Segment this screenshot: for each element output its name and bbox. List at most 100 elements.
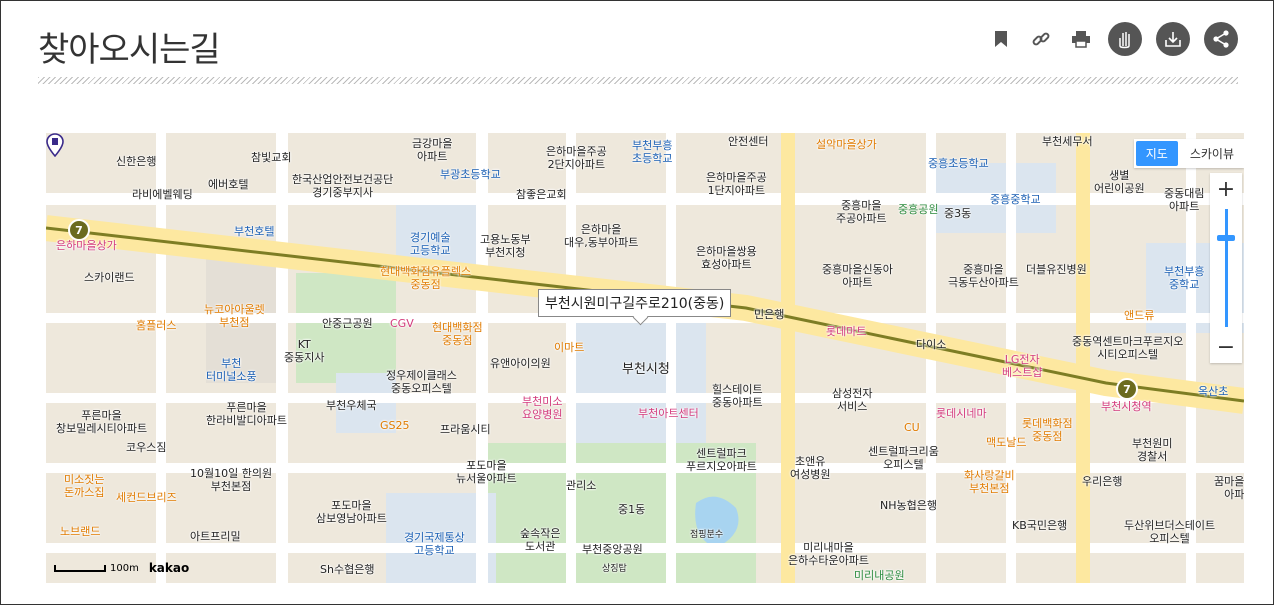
map-type-skyview-button[interactable]: 스카이뷰 [1180, 139, 1244, 168]
map-label[interactable]: 중흥마을 주공아파트 [836, 199, 887, 225]
map-label[interactable]: 푸른마을 한라비발디아파트 [206, 401, 287, 427]
map-label[interactable]: 두산위브더스테이트 오피스텔 [1124, 519, 1215, 545]
map-label[interactable]: 이마트 [554, 341, 584, 354]
map-label[interactable]: 부천원미 경찰서 [1132, 437, 1172, 463]
map-label[interactable]: 부천부흥 중학교 [1164, 265, 1204, 291]
download-icon[interactable] [1156, 22, 1190, 56]
map-label[interactable]: 부천아트센터 [638, 407, 699, 420]
map-label[interactable]: 미리내공원 [854, 569, 905, 582]
map-label[interactable]: CU [904, 421, 920, 434]
map-label[interactable]: Sh수협은행 [320, 563, 374, 576]
map-label[interactable]: CGV [390, 317, 414, 330]
map-label[interactable]: KT 중동지사 [284, 338, 324, 364]
map-label[interactable]: KB국민은행 [1012, 519, 1067, 532]
map-label[interactable]: 중흥마을신동아 아파트 [822, 263, 893, 289]
map-label[interactable]: 롯데마트 [826, 325, 866, 338]
map-label[interactable]: 우리은행 [1082, 475, 1122, 488]
map-label[interactable]: 부천중앙공원 [582, 543, 643, 556]
map-label[interactable]: 더블유진병원 [1026, 263, 1087, 276]
map-label[interactable]: 은하마을주공 1단지아파트 [706, 171, 767, 197]
map-label[interactable]: 푸른마을 창보밀레시티아파트 [56, 409, 147, 435]
map-label[interactable]: 중3동 [944, 207, 971, 220]
map-label[interactable]: 옥산초 [1198, 385, 1228, 398]
map-label[interactable]: 다이소 [916, 338, 946, 351]
zoom-out-button[interactable]: − [1210, 331, 1242, 363]
map-label[interactable]: 부천호텔 [234, 225, 274, 238]
map-label[interactable]: 신한은행 [116, 155, 156, 168]
map-type-map-button[interactable]: 지도 [1135, 141, 1178, 166]
map-label[interactable]: 경기국제통상 고등학교 [404, 531, 465, 557]
map-label[interactable]: 센트럴파크리움 오피스텔 [868, 445, 939, 471]
subway-marker[interactable]: 7 [1116, 378, 1138, 400]
map-label[interactable]: 부천시청 [622, 363, 670, 376]
subway-marker[interactable]: 7 [68, 219, 90, 241]
map-view[interactable]: 7 7 은하마을상가 부천시청역 신한은행 참빛교회 에버호텔 한국산업안전보건… [46, 133, 1244, 583]
map-label[interactable]: 뉴코아아울렛 부천점 [204, 303, 265, 329]
map-label[interactable]: 중동역센트마크푸르지오 시티오피스텔 [1072, 335, 1183, 361]
hand-icon[interactable] [1108, 22, 1142, 56]
map-label[interactable]: 숲속작은 도서관 [520, 527, 560, 553]
map-label[interactable]: 현대백화점유플렉스 중동점 [380, 265, 471, 291]
print-icon[interactable] [1068, 22, 1094, 56]
map-label[interactable]: 센트럴파크 푸르지오아파트 [686, 447, 757, 473]
bookmark-icon[interactable] [988, 22, 1014, 56]
share-icon[interactable] [1204, 22, 1238, 56]
map-label[interactable]: 코우스짐 [126, 441, 166, 454]
map-label[interactable]: 안전센터 [728, 135, 768, 148]
map-label[interactable]: 부천시청역 [1101, 400, 1152, 413]
map-label[interactable]: 생별 어린이공원 [1094, 169, 1145, 195]
map-label[interactable]: 맥도날드 [986, 436, 1026, 449]
map-label[interactable]: 중흥초등학교 [928, 157, 989, 170]
map-label[interactable]: 상징탑 [602, 563, 627, 576]
map-label[interactable]: 점핑분수 [690, 529, 723, 542]
map-label[interactable]: 포도마을 뉴서울아파트 [456, 459, 517, 485]
map-label[interactable]: 은하마을주공 2단지아파트 [546, 145, 607, 171]
map-label[interactable]: 부광초등학교 [440, 168, 501, 181]
zoom-slider-handle[interactable] [1217, 235, 1235, 241]
map-label[interactable]: 은하마을쌍용 효성아파트 [696, 245, 757, 271]
map-label[interactable]: 꿈마을동아 아파트 [1214, 475, 1244, 501]
map-label[interactable]: 현대백화점 중동점 [432, 321, 483, 347]
location-pin-icon[interactable] [46, 133, 64, 157]
map-label[interactable]: 중흥공원 [898, 203, 938, 216]
kakao-logo[interactable]: kakao [149, 561, 189, 575]
map-label[interactable]: 아트프리밀 [190, 530, 241, 543]
map-label[interactable]: 정우제이클래스 중동오피스텔 [386, 369, 457, 395]
map-label[interactable]: 라비에벨웨딩 [132, 188, 193, 201]
map-label[interactable]: 참좋은교회 [516, 188, 567, 201]
map-label[interactable]: 민은행 [754, 308, 784, 321]
map-label[interactable]: 부천부흥 초등학교 [632, 139, 672, 165]
zoom-in-button[interactable]: + [1210, 173, 1242, 205]
map-label[interactable]: 은하마을 대우,동부아파트 [564, 223, 638, 249]
map-label[interactable]: 포도마을 삼보영남아파트 [316, 499, 387, 525]
map-label[interactable]: 세컨드브리즈 [116, 491, 177, 504]
map-label[interactable]: LG전자 베스트샵 [1002, 353, 1042, 379]
map-label[interactable]: 노브랜드 [60, 525, 100, 538]
map-label[interactable]: 부천세무서 [1042, 135, 1093, 148]
map-label[interactable]: NH농협은행 [880, 499, 937, 512]
map-label[interactable]: 금강마을 아파트 [412, 137, 452, 163]
map-label[interactable]: 고용노동부 부천지청 [480, 233, 531, 259]
map-label[interactable]: 화사랑갈비 부천본점 [964, 469, 1015, 495]
map-label[interactable]: 부천 터미널소풍 [206, 357, 257, 383]
map-label[interactable]: 경기예술 고등학교 [410, 231, 450, 257]
map-label[interactable]: 초앤유 여성병원 [790, 455, 830, 481]
map-label[interactable]: 중1동 [618, 503, 645, 516]
zoom-slider-track[interactable] [1225, 209, 1228, 327]
map-label[interactable]: 미소짓는 돈까스집 [64, 473, 104, 499]
map-label[interactable]: 앤드류 [1124, 309, 1154, 322]
map-label[interactable]: 삼성전자 서비스 [832, 387, 872, 413]
map-label[interactable]: 참빛교회 [251, 151, 291, 164]
map-label[interactable]: 설악마을상가 [816, 138, 877, 151]
map-label[interactable]: 미리내마을 은하수타운아파트 [788, 541, 869, 567]
map-label[interactable]: 부천미소 요양병원 [522, 395, 562, 421]
map-label[interactable]: 프라움시티 [440, 423, 491, 436]
map-label[interactable]: 유앤아이의원 [490, 357, 551, 370]
map-label[interactable]: 안중근공원 [322, 317, 373, 330]
map-label[interactable]: 한국산업안전보건공단 경기중부지사 [292, 173, 393, 199]
map-label[interactable]: 은하마을상가 [56, 239, 117, 252]
map-label[interactable]: 관리소 [566, 479, 596, 492]
link-icon[interactable] [1028, 22, 1054, 56]
map-label[interactable]: 스카이랜드 [84, 271, 135, 284]
map-label[interactable]: 부천우체국 [326, 399, 377, 412]
